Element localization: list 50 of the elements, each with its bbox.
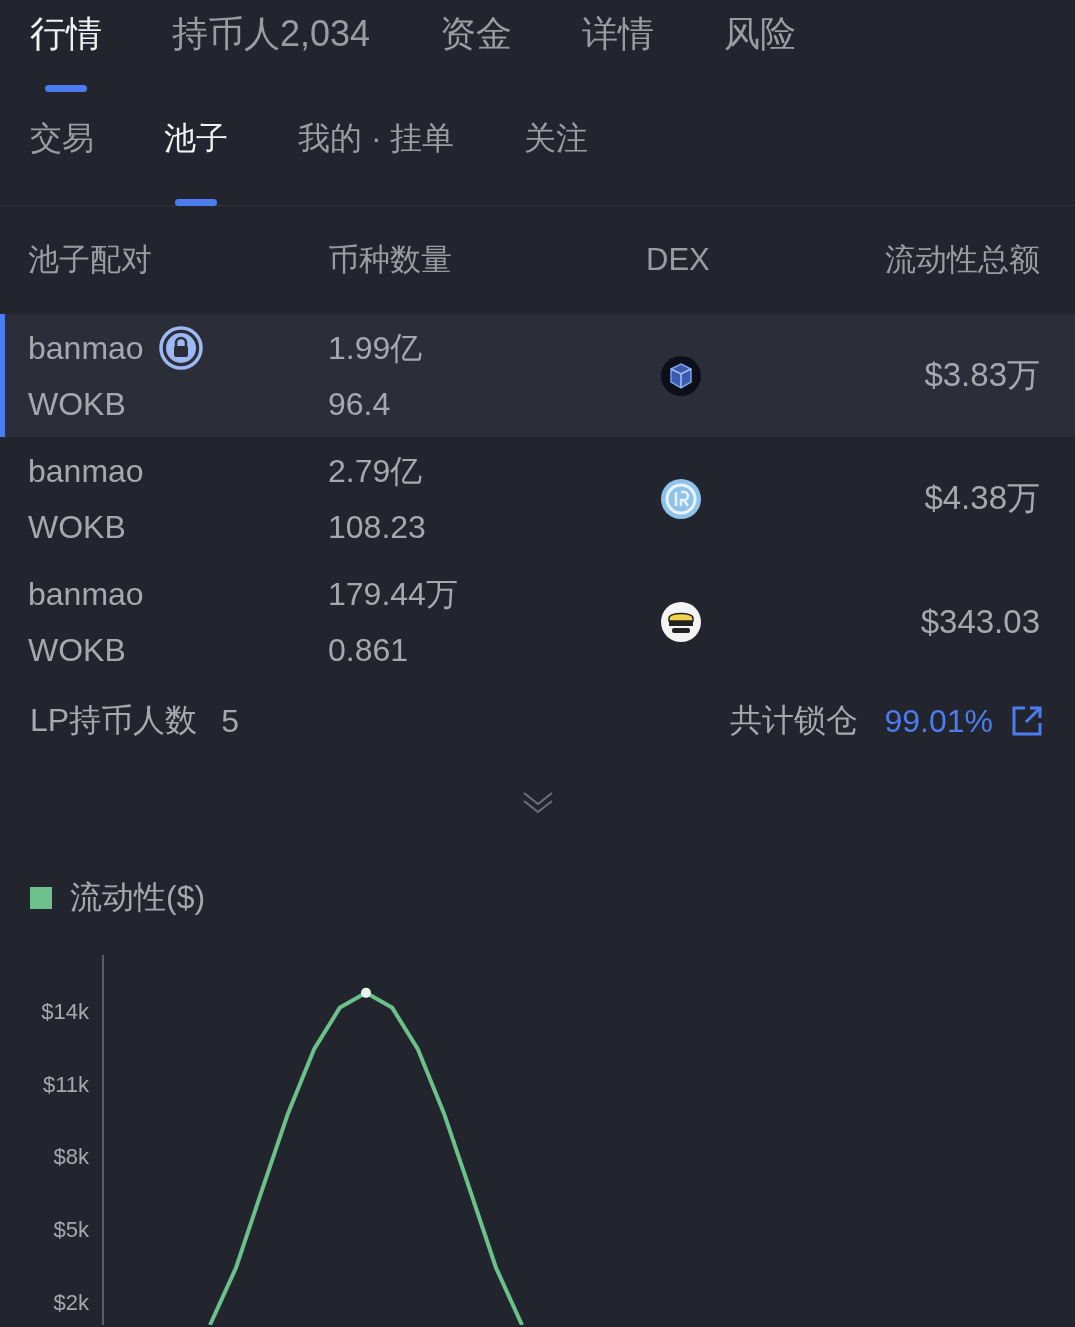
tab-indicator: [45, 85, 87, 92]
peak-point: [361, 987, 371, 998]
potato-logo-icon: [661, 601, 701, 642]
tab[interactable]: 风险: [724, 8, 797, 92]
column-header: DEX: [646, 242, 710, 278]
tab[interactable]: 持币人2,034: [172, 8, 371, 92]
locked-percent-link[interactable]: 99.01%: [884, 702, 993, 740]
chevron-down-icon[interactable]: [521, 789, 554, 813]
token-symbol: WOKB: [28, 384, 127, 424]
token-amount: 96.4: [328, 384, 392, 424]
external-link-icon[interactable]: [1011, 705, 1043, 737]
cube-icon: [661, 355, 701, 396]
token-amount: 108.23: [328, 507, 427, 547]
tab[interactable]: 关注: [524, 112, 589, 206]
axis-label: $11k: [42, 1071, 89, 1097]
token-symbol: banmao: [28, 328, 144, 368]
token-symbol: WOKB: [28, 507, 127, 547]
tab[interactable]: 行情: [30, 8, 102, 92]
column-header: 池子配对: [28, 241, 152, 279]
lock-icon: [157, 324, 204, 371]
axis-label: $5k: [53, 1217, 89, 1243]
tab[interactable]: 我的 · 挂单: [298, 112, 455, 206]
axis-label: $8k: [53, 1144, 89, 1170]
token-symbol: banmao: [28, 574, 144, 614]
legend-label: 流动性($): [70, 878, 206, 917]
pool-row[interactable]: banmao WOKB 2.79亿 108.23 $4.38万: [0, 437, 1075, 560]
token-amount: 1.99亿: [328, 328, 424, 368]
axis-label: $2k: [53, 1289, 89, 1315]
tab[interactable]: 详情: [582, 8, 655, 92]
axis-label: $14k: [41, 998, 89, 1024]
liquidity-value: $4.38万: [924, 478, 1040, 518]
tab-indicator: [175, 199, 217, 206]
tab[interactable]: 资金: [440, 8, 513, 92]
tab[interactable]: 交易: [30, 112, 94, 206]
token-amount: 0.861: [328, 630, 410, 670]
selected-pool-row[interactable]: banmao WOKB 1.99亿 96.4 $3.83万: [0, 314, 1075, 437]
lp-holders-label: LP持币人数: [30, 701, 198, 740]
token-symbol: banmao: [28, 451, 144, 491]
lp-holders-count: 5: [221, 702, 239, 740]
token-symbol: WOKB: [28, 630, 127, 670]
locked-total-label: 共计锁仓: [730, 701, 859, 740]
pool-row[interactable]: banmao WOKB 179.44万 0.861 $343.03: [0, 560, 1075, 683]
liquidity-value: $3.83万: [924, 355, 1040, 395]
token-amount: 2.79亿: [328, 451, 424, 491]
token-amount: 179.44万: [328, 574, 459, 614]
ring-logo-icon: [661, 478, 701, 519]
tab[interactable]: 池子: [164, 112, 228, 206]
liquidity-value: $343.03: [920, 602, 1040, 641]
column-header: 币种数量: [328, 241, 452, 279]
column-header: 流动性总额: [885, 241, 1040, 279]
